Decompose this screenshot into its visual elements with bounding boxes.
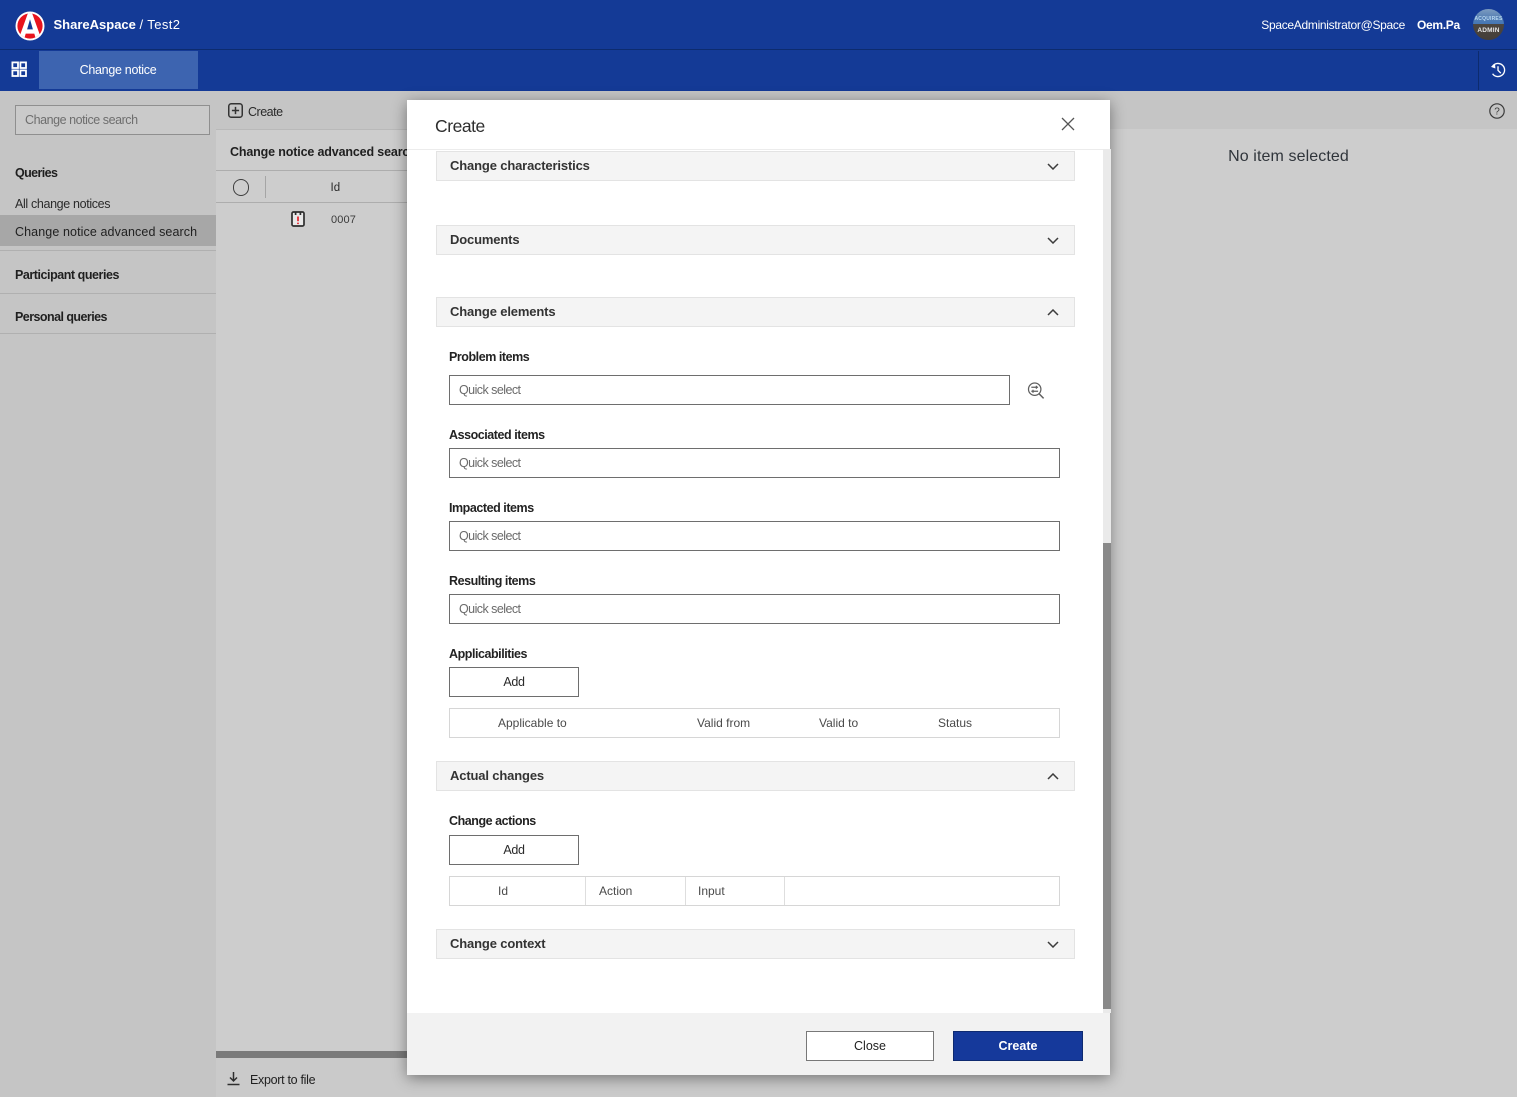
svg-text:?: ? [1494, 107, 1500, 118]
